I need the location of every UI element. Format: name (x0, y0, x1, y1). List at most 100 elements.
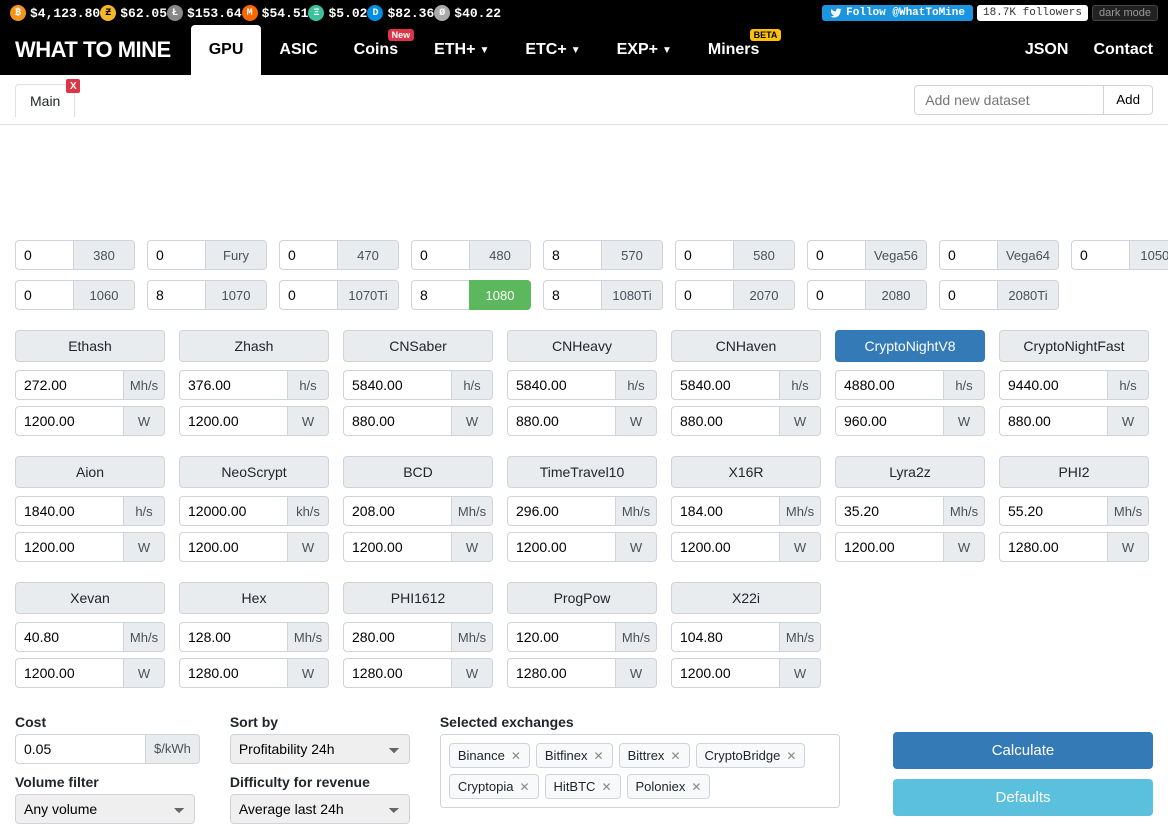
gpu-qty-input[interactable] (543, 240, 601, 270)
algo-title-button[interactable]: TimeTravel10 (507, 456, 657, 488)
nav-link-json[interactable]: JSON (1025, 41, 1069, 59)
coin-price[interactable]: Ł$153.64 (167, 5, 242, 21)
power-input[interactable] (15, 532, 123, 562)
power-input[interactable] (507, 532, 615, 562)
algo-title-button[interactable]: CryptoNightFast (999, 330, 1149, 362)
sort-by-select[interactable]: Profitability 24h (230, 734, 410, 764)
hashrate-input[interactable] (835, 370, 943, 400)
remove-icon[interactable]: ✕ (601, 780, 611, 794)
gpu-qty-input[interactable] (939, 240, 997, 270)
gpu-label-button[interactable]: 580 (733, 240, 795, 270)
gpu-label-button[interactable]: 2080 (865, 280, 927, 310)
remove-icon[interactable]: ✕ (691, 780, 701, 794)
gpu-label-button[interactable]: Vega56 (865, 240, 927, 270)
power-input[interactable] (179, 658, 287, 688)
exchanges-box[interactable]: Binance✕Bitfinex✕Bittrex✕CryptoBridge✕Cr… (440, 734, 840, 808)
gpu-qty-input[interactable] (675, 240, 733, 270)
gpu-label-button[interactable]: Vega64 (997, 240, 1059, 270)
algo-title-button[interactable]: X22i (671, 582, 821, 614)
power-input[interactable] (835, 532, 943, 562)
algo-title-button[interactable]: X16R (671, 456, 821, 488)
hashrate-input[interactable] (343, 496, 451, 526)
gpu-qty-input[interactable] (411, 280, 469, 310)
nav-link-contact[interactable]: Contact (1093, 41, 1153, 59)
remove-icon[interactable]: ✕ (670, 749, 680, 763)
hashrate-input[interactable] (343, 622, 451, 652)
add-dataset-input[interactable] (914, 85, 1104, 115)
algo-title-button[interactable]: ProgPow (507, 582, 657, 614)
power-input[interactable] (179, 406, 287, 436)
gpu-qty-input[interactable] (543, 280, 601, 310)
algo-title-button[interactable]: NeoScrypt (179, 456, 329, 488)
coin-price[interactable]: M$54.51 (242, 5, 309, 21)
hashrate-input[interactable] (671, 496, 779, 526)
gpu-label-button[interactable]: 1080 (469, 280, 531, 310)
nav-tab-miners[interactable]: MinersBETA (690, 25, 778, 75)
exchange-chip[interactable]: CryptoBridge✕ (696, 743, 806, 768)
remove-icon[interactable]: ✕ (511, 749, 521, 763)
twitter-followers-count[interactable]: 18.7K followers (977, 5, 1088, 21)
algo-title-button[interactable]: Aion (15, 456, 165, 488)
gpu-label-button[interactable]: 480 (469, 240, 531, 270)
gpu-label-button[interactable]: 1060 (73, 280, 135, 310)
gpu-label-button[interactable]: Fury (205, 240, 267, 270)
remove-icon[interactable]: ✕ (786, 749, 796, 763)
gpu-label-button[interactable]: 1050Ti (1129, 240, 1168, 270)
hashrate-input[interactable] (15, 622, 123, 652)
algo-title-button[interactable]: BCD (343, 456, 493, 488)
nav-tab-gpu[interactable]: GPU (191, 25, 262, 75)
site-logo[interactable]: WHAT TO MINE (15, 37, 171, 63)
gpu-label-button[interactable]: 1070 (205, 280, 267, 310)
exchange-chip[interactable]: HitBTC✕ (545, 774, 621, 799)
algo-title-button[interactable]: Hex (179, 582, 329, 614)
gpu-label-button[interactable]: 1070Ti (337, 280, 399, 310)
gpu-qty-input[interactable] (147, 240, 205, 270)
difficulty-select[interactable]: Average last 24h (230, 794, 410, 824)
algo-title-button[interactable]: Xevan (15, 582, 165, 614)
defaults-button[interactable]: Defaults (893, 779, 1153, 816)
exchange-chip[interactable]: Cryptopia✕ (449, 774, 539, 799)
gpu-qty-input[interactable] (807, 280, 865, 310)
remove-icon[interactable]: ✕ (594, 749, 604, 763)
nav-tab-exp[interactable]: EXP+▼ (599, 25, 690, 75)
hashrate-input[interactable] (999, 370, 1107, 400)
algo-title-button[interactable]: CNSaber (343, 330, 493, 362)
exchange-chip[interactable]: Bittrex✕ (619, 743, 690, 768)
algo-title-button[interactable]: CryptoNightV8 (835, 330, 985, 362)
gpu-label-button[interactable]: 570 (601, 240, 663, 270)
remove-icon[interactable]: ✕ (519, 780, 529, 794)
add-dataset-button[interactable]: Add (1104, 85, 1153, 115)
coin-price[interactable]: D$82.36 (367, 5, 434, 21)
coin-price[interactable]: Ξ$5.02 (308, 5, 367, 21)
algo-title-button[interactable]: Zhash (179, 330, 329, 362)
hashrate-input[interactable] (671, 622, 779, 652)
hashrate-input[interactable] (507, 496, 615, 526)
coin-price[interactable]: Ƶ$62.05 (100, 5, 167, 21)
nav-tab-coins[interactable]: CoinsNew (336, 25, 416, 75)
exchange-chip[interactable]: Poloniex✕ (627, 774, 711, 799)
hashrate-input[interactable] (343, 370, 451, 400)
power-input[interactable] (507, 406, 615, 436)
hashrate-input[interactable] (507, 370, 615, 400)
calculate-button[interactable]: Calculate (893, 732, 1153, 769)
algo-title-button[interactable]: PHI2 (999, 456, 1149, 488)
power-input[interactable] (671, 658, 779, 688)
coin-price[interactable]: Ø$40.22 (434, 5, 501, 21)
volume-filter-select[interactable]: Any volume (15, 794, 195, 824)
hashrate-input[interactable] (179, 496, 287, 526)
power-input[interactable] (999, 406, 1107, 436)
power-input[interactable] (343, 658, 451, 688)
gpu-qty-input[interactable] (1071, 240, 1129, 270)
gpu-qty-input[interactable] (807, 240, 865, 270)
power-input[interactable] (671, 532, 779, 562)
gpu-qty-input[interactable] (411, 240, 469, 270)
algo-title-button[interactable]: CNHeavy (507, 330, 657, 362)
gpu-label-button[interactable]: 1080Ti (601, 280, 663, 310)
hashrate-input[interactable] (507, 622, 615, 652)
gpu-label-button[interactable]: 2070 (733, 280, 795, 310)
nav-tab-eth[interactable]: ETH+▼ (416, 25, 507, 75)
gpu-qty-input[interactable] (279, 280, 337, 310)
gpu-qty-input[interactable] (279, 240, 337, 270)
nav-tab-asic[interactable]: ASIC (261, 25, 335, 75)
power-input[interactable] (999, 532, 1107, 562)
